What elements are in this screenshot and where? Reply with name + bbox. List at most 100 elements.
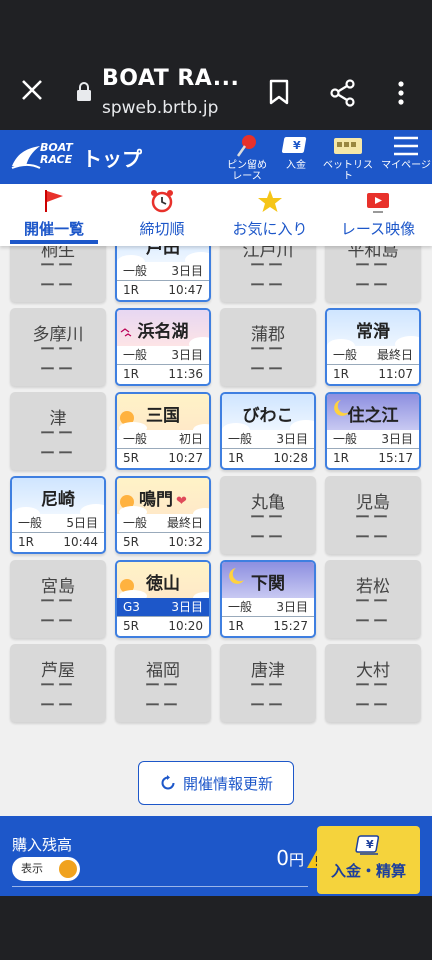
race-number: 1R: [228, 619, 244, 633]
venue-name: 若松: [356, 577, 390, 597]
venue-card[interactable]: びわこ一般 3日目 1R 10:28: [220, 392, 316, 470]
race-time: 10:28: [273, 451, 308, 465]
race-number: 1R: [333, 367, 349, 381]
no-race-mark: ーー: [354, 508, 391, 526]
venue-card[interactable]: 児島 ーー ーー: [325, 476, 421, 554]
venue-card[interactable]: 下関 一般 3日目 1R 15:27: [220, 560, 316, 638]
race-number: 5R: [123, 451, 139, 465]
race-number: 1R: [18, 535, 34, 549]
favorite-heart-icon: ❤: [176, 494, 187, 509]
venue-card[interactable]: 戸田 一般 3日目 1R 10:47: [115, 246, 211, 302]
venue-header: 徳山: [117, 562, 209, 598]
site-header: BOAT RACE トップ ピン留め レース ¥ 入金 ベットリスト マイページ: [0, 130, 432, 184]
race-grade: G3: [123, 600, 140, 614]
deposit-icon: ¥: [282, 137, 307, 153]
venue-card[interactable]: 津ーー ーー: [10, 392, 106, 470]
tab-label: 締切順: [139, 220, 185, 238]
tab-label: 開催一覧: [23, 220, 84, 238]
race-grade: 一般: [228, 432, 253, 446]
no-race-mark: ーー: [249, 256, 286, 274]
venue-card[interactable]: 蒲郡 ーー ーー: [220, 308, 316, 386]
venue-card[interactable]: 若松 ーー ーー: [325, 560, 421, 638]
refresh-button[interactable]: 開催情報更新: [138, 761, 294, 805]
tab-deadline-order[interactable]: 締切順: [108, 184, 216, 246]
race-grade: 一般: [228, 600, 253, 614]
race-grade: 一般: [123, 432, 148, 446]
more-vert-icon[interactable]: [392, 78, 410, 108]
my-page-button[interactable]: マイページ: [380, 134, 432, 171]
close-icon[interactable]: [18, 76, 46, 104]
venue-list-area: 桐生 ーー ーー 戸田 一般 3日目 1R 10:47 江戸川 ーー ーー 平和島 ーー ーー 多摩川 ーーー…: [0, 246, 432, 816]
venue-card[interactable]: 浜名湖 一般 3日目 1R 11:36: [115, 308, 211, 386]
race-grade-row: 一般 3日目: [117, 262, 209, 281]
no-race-mark: ーー: [39, 360, 76, 378]
venue-header: 住之江: [327, 394, 419, 430]
venue-card[interactable]: 三国一般 初日 5R 10:27: [115, 392, 211, 470]
venue-card[interactable]: 大村 ーー ーー: [325, 644, 421, 722]
balance-visibility-toggle[interactable]: 表示: [12, 857, 80, 881]
deposit-settle-button[interactable]: ¥ 入金・精算: [317, 826, 420, 894]
venue-name: 大村: [356, 661, 390, 681]
race-day: 最終日: [376, 348, 413, 362]
venue-card[interactable]: 江戸川 ーー ーー: [220, 246, 316, 302]
race-grade-row: 一般 最終日: [327, 346, 419, 365]
tab-race-video[interactable]: レース映像: [324, 184, 432, 246]
venue-card[interactable]: 住之江 一般 3日目 1R 15:17: [325, 392, 421, 470]
no-race-mark: ーー: [354, 696, 391, 714]
bet-list-button[interactable]: ベットリスト: [320, 134, 376, 182]
venue-header: 下関: [222, 562, 314, 598]
no-race-mark: ーー: [354, 528, 391, 546]
deposit-header-button[interactable]: ¥ 入金: [278, 134, 314, 171]
race-grade-row: 一般 3日目: [222, 430, 314, 449]
venue-card[interactable]: 多摩川 ーー ーー: [10, 308, 106, 386]
race-day: 3日目: [276, 432, 308, 446]
no-race-mark: ーー: [39, 424, 76, 442]
venue-name: 多摩川: [32, 325, 84, 345]
race-day: 3日目: [276, 600, 308, 614]
venue-card[interactable]: 福岡 ーー ーー: [115, 644, 211, 722]
race-time: 10:27: [168, 451, 203, 465]
menu-icon: [394, 136, 418, 156]
no-race-mark: ーー: [354, 612, 391, 630]
no-race-mark: ーー: [249, 528, 286, 546]
no-race-mark: ーー: [354, 592, 391, 610]
venue-card[interactable]: 鳴門 ❤ 一般 最終日 5R 10:32: [115, 476, 211, 554]
bet-list-icon: [334, 138, 362, 154]
pinned-races-button[interactable]: ピン留め レース: [224, 134, 270, 182]
venue-card[interactable]: 平和島 ーー ーー: [325, 246, 421, 302]
tab-label: お気に入り: [232, 220, 308, 238]
toggle-label: 表示: [21, 862, 43, 875]
venue-header: 鳴門 ❤: [117, 478, 209, 514]
race-grade: 一般: [18, 516, 43, 530]
next-race-row: 5R 10:32: [117, 533, 209, 551]
bookmark-icon[interactable]: [266, 78, 292, 106]
tab-schedule[interactable]: 開催一覧: [0, 184, 108, 246]
venue-card[interactable]: 尼崎 一般 5日目 1R 10:44: [10, 476, 106, 554]
next-race-row: 5R 10:20: [117, 617, 209, 635]
race-number: 1R: [228, 451, 244, 465]
tab-label: レース映像: [340, 220, 416, 238]
venue-card[interactable]: 徳山 G3 3日目 5R 10:20: [115, 560, 211, 638]
venue-card[interactable]: 宮島 ーー ーー: [10, 560, 106, 638]
venue-card[interactable]: 唐津 ーー ーー: [220, 644, 316, 722]
venue-name: 浜名湖: [137, 322, 189, 342]
venue-card[interactable]: 芦屋 ーー ーー: [10, 644, 106, 722]
venue-card[interactable]: 丸亀 ーー ーー: [220, 476, 316, 554]
venue-name: 三国: [146, 406, 180, 426]
alarm-clock-icon: [151, 190, 173, 213]
balance-label: 購入残高: [12, 836, 73, 854]
venue-card[interactable]: 桐生 ーー ーー: [10, 246, 106, 302]
venue-card[interactable]: 常滑 一般 最終日 1R 11:07: [325, 308, 421, 386]
race-day: 3日目: [171, 600, 203, 614]
race-day: 初日: [178, 432, 203, 446]
share-icon[interactable]: [328, 78, 358, 108]
next-race-row: 5R 10:27: [117, 449, 209, 467]
race-number: 5R: [123, 535, 139, 549]
tab-favorites[interactable]: お気に入り: [216, 184, 324, 246]
race-grade: 一般: [333, 432, 358, 446]
race-number: 1R: [333, 451, 349, 465]
browser-url[interactable]: spweb.brtb.jp: [102, 98, 218, 118]
no-race-mark: ーー: [249, 508, 286, 526]
venue-name: びわこ: [242, 406, 294, 426]
no-race-mark: ーー: [39, 276, 76, 294]
